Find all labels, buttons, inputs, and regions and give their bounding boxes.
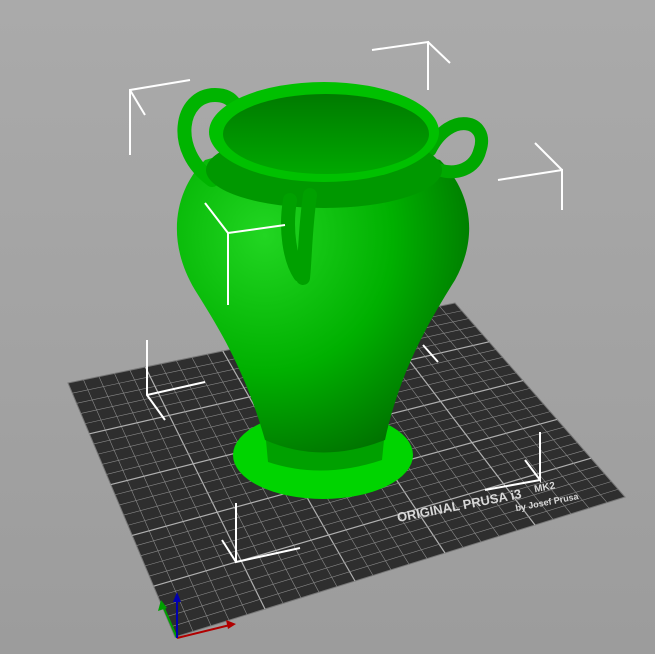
x-axis-arrow bbox=[226, 620, 236, 629]
3d-viewport[interactable]: ORIGINAL PRUSA i3 MK2 by Josef Prusa bbox=[0, 0, 655, 654]
scene[interactable]: ORIGINAL PRUSA i3 MK2 by Josef Prusa bbox=[0, 0, 655, 654]
vase-opening bbox=[223, 94, 429, 174]
